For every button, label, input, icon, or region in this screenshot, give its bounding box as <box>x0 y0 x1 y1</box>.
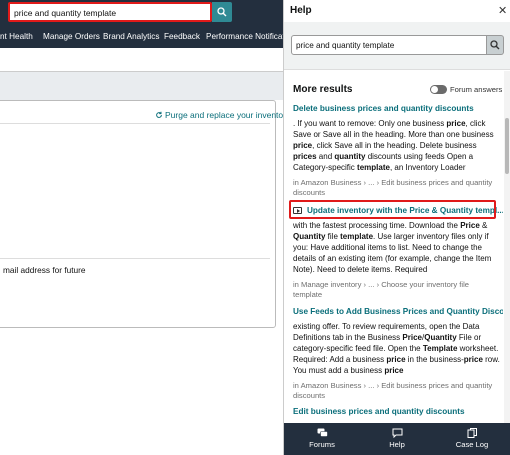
site-search-button[interactable] <box>212 2 232 22</box>
document-copy-icon <box>467 428 477 438</box>
help-result: Update inventory with the Price & Quanti… <box>293 205 503 300</box>
top-bar: price and quantity template <box>0 0 283 26</box>
search-icon <box>217 7 227 17</box>
toggle-knob <box>431 86 438 93</box>
result-snippet: with the fastest processing time. Downlo… <box>293 221 492 274</box>
result-title-link[interactable]: Delete business prices and quantity disc… <box>293 103 500 114</box>
page-band <box>0 72 283 100</box>
nav-brand-analytics[interactable]: Brand Analytics <box>103 32 159 41</box>
result-breadcrumb: in Amazon Business › ... › Edit business… <box>293 178 493 197</box>
nav-account-health[interactable]: nt Health <box>0 32 33 41</box>
result-snippet: existing offer. To review requirements, … <box>293 322 500 375</box>
site-search-input[interactable]: price and quantity template <box>8 2 212 22</box>
help-result: Delete business prices and quantity disc… <box>293 103 500 198</box>
result-title-link[interactable]: Use Feeds to Add Business Prices and Qua… <box>293 306 503 317</box>
help-search-value: price and quantity template <box>296 41 395 50</box>
forum-answers-label: Forum answers <box>450 85 503 94</box>
purge-inventory-link[interactable]: Purge and replace your inventory <box>155 110 283 120</box>
result-breadcrumb: in Manage inventory › ... › Choose your … <box>293 280 470 299</box>
main-nav: nt Health Manage Orders Brand Analytics … <box>0 26 283 48</box>
help-scrollbar-thumb[interactable] <box>505 118 509 174</box>
site-search-value: price and quantity template <box>14 8 117 18</box>
divider <box>0 123 270 124</box>
search-icon <box>490 40 500 50</box>
seller-central-page: price and quantity template nt Health Ma… <box>0 0 283 455</box>
email-note-text: mail address for future <box>3 265 86 275</box>
purge-inventory-label: Purge and replace your inventory <box>165 110 283 120</box>
forum-answers-toggle[interactable] <box>430 85 447 94</box>
chat-bubbles-icon <box>317 428 328 437</box>
help-panel: Help ✕ price and quantity template More … <box>283 0 510 455</box>
case-log-button[interactable]: Case Log <box>442 428 502 449</box>
forums-label: Forums <box>309 440 335 449</box>
help-footer-button[interactable]: Help <box>367 428 427 449</box>
result-title-link[interactable]: Edit business prices and quantity discou… <box>293 406 500 417</box>
help-search-button[interactable] <box>487 35 504 55</box>
forums-button[interactable]: Forums <box>292 428 352 449</box>
case-log-label: Case Log <box>455 440 489 449</box>
nav-manage-orders[interactable]: Manage Orders <box>43 32 100 41</box>
help-title: Help <box>290 5 312 16</box>
close-icon[interactable]: ✕ <box>498 4 507 17</box>
help-result: Use Feeds to Add Business Prices and Qua… <box>293 306 503 401</box>
result-highlight-box <box>289 200 496 219</box>
help-footer: Forums Help Case Log <box>284 423 510 455</box>
result-breadcrumb: in Amazon Business › ... › Edit business… <box>293 381 493 400</box>
chat-icon <box>392 428 402 438</box>
sub-header <box>0 48 283 72</box>
help-result: Edit business prices and quantity discou… <box>293 406 500 417</box>
nav-performance-notifications[interactable]: Performance Notification <box>206 32 283 41</box>
divider <box>0 258 270 259</box>
help-footer-label: Help <box>389 440 405 449</box>
nav-feedback[interactable]: Feedback <box>164 32 200 41</box>
help-search-area: price and quantity template <box>284 22 510 70</box>
help-results-list: More results Forum answers Delete busine… <box>284 71 503 423</box>
content-panel <box>0 100 276 328</box>
more-results-heading: More results <box>293 84 353 95</box>
help-search-input[interactable]: price and quantity template <box>291 35 487 55</box>
refresh-icon <box>156 111 162 118</box>
result-snippet: . If you want to remove: Only one busine… <box>293 119 494 172</box>
